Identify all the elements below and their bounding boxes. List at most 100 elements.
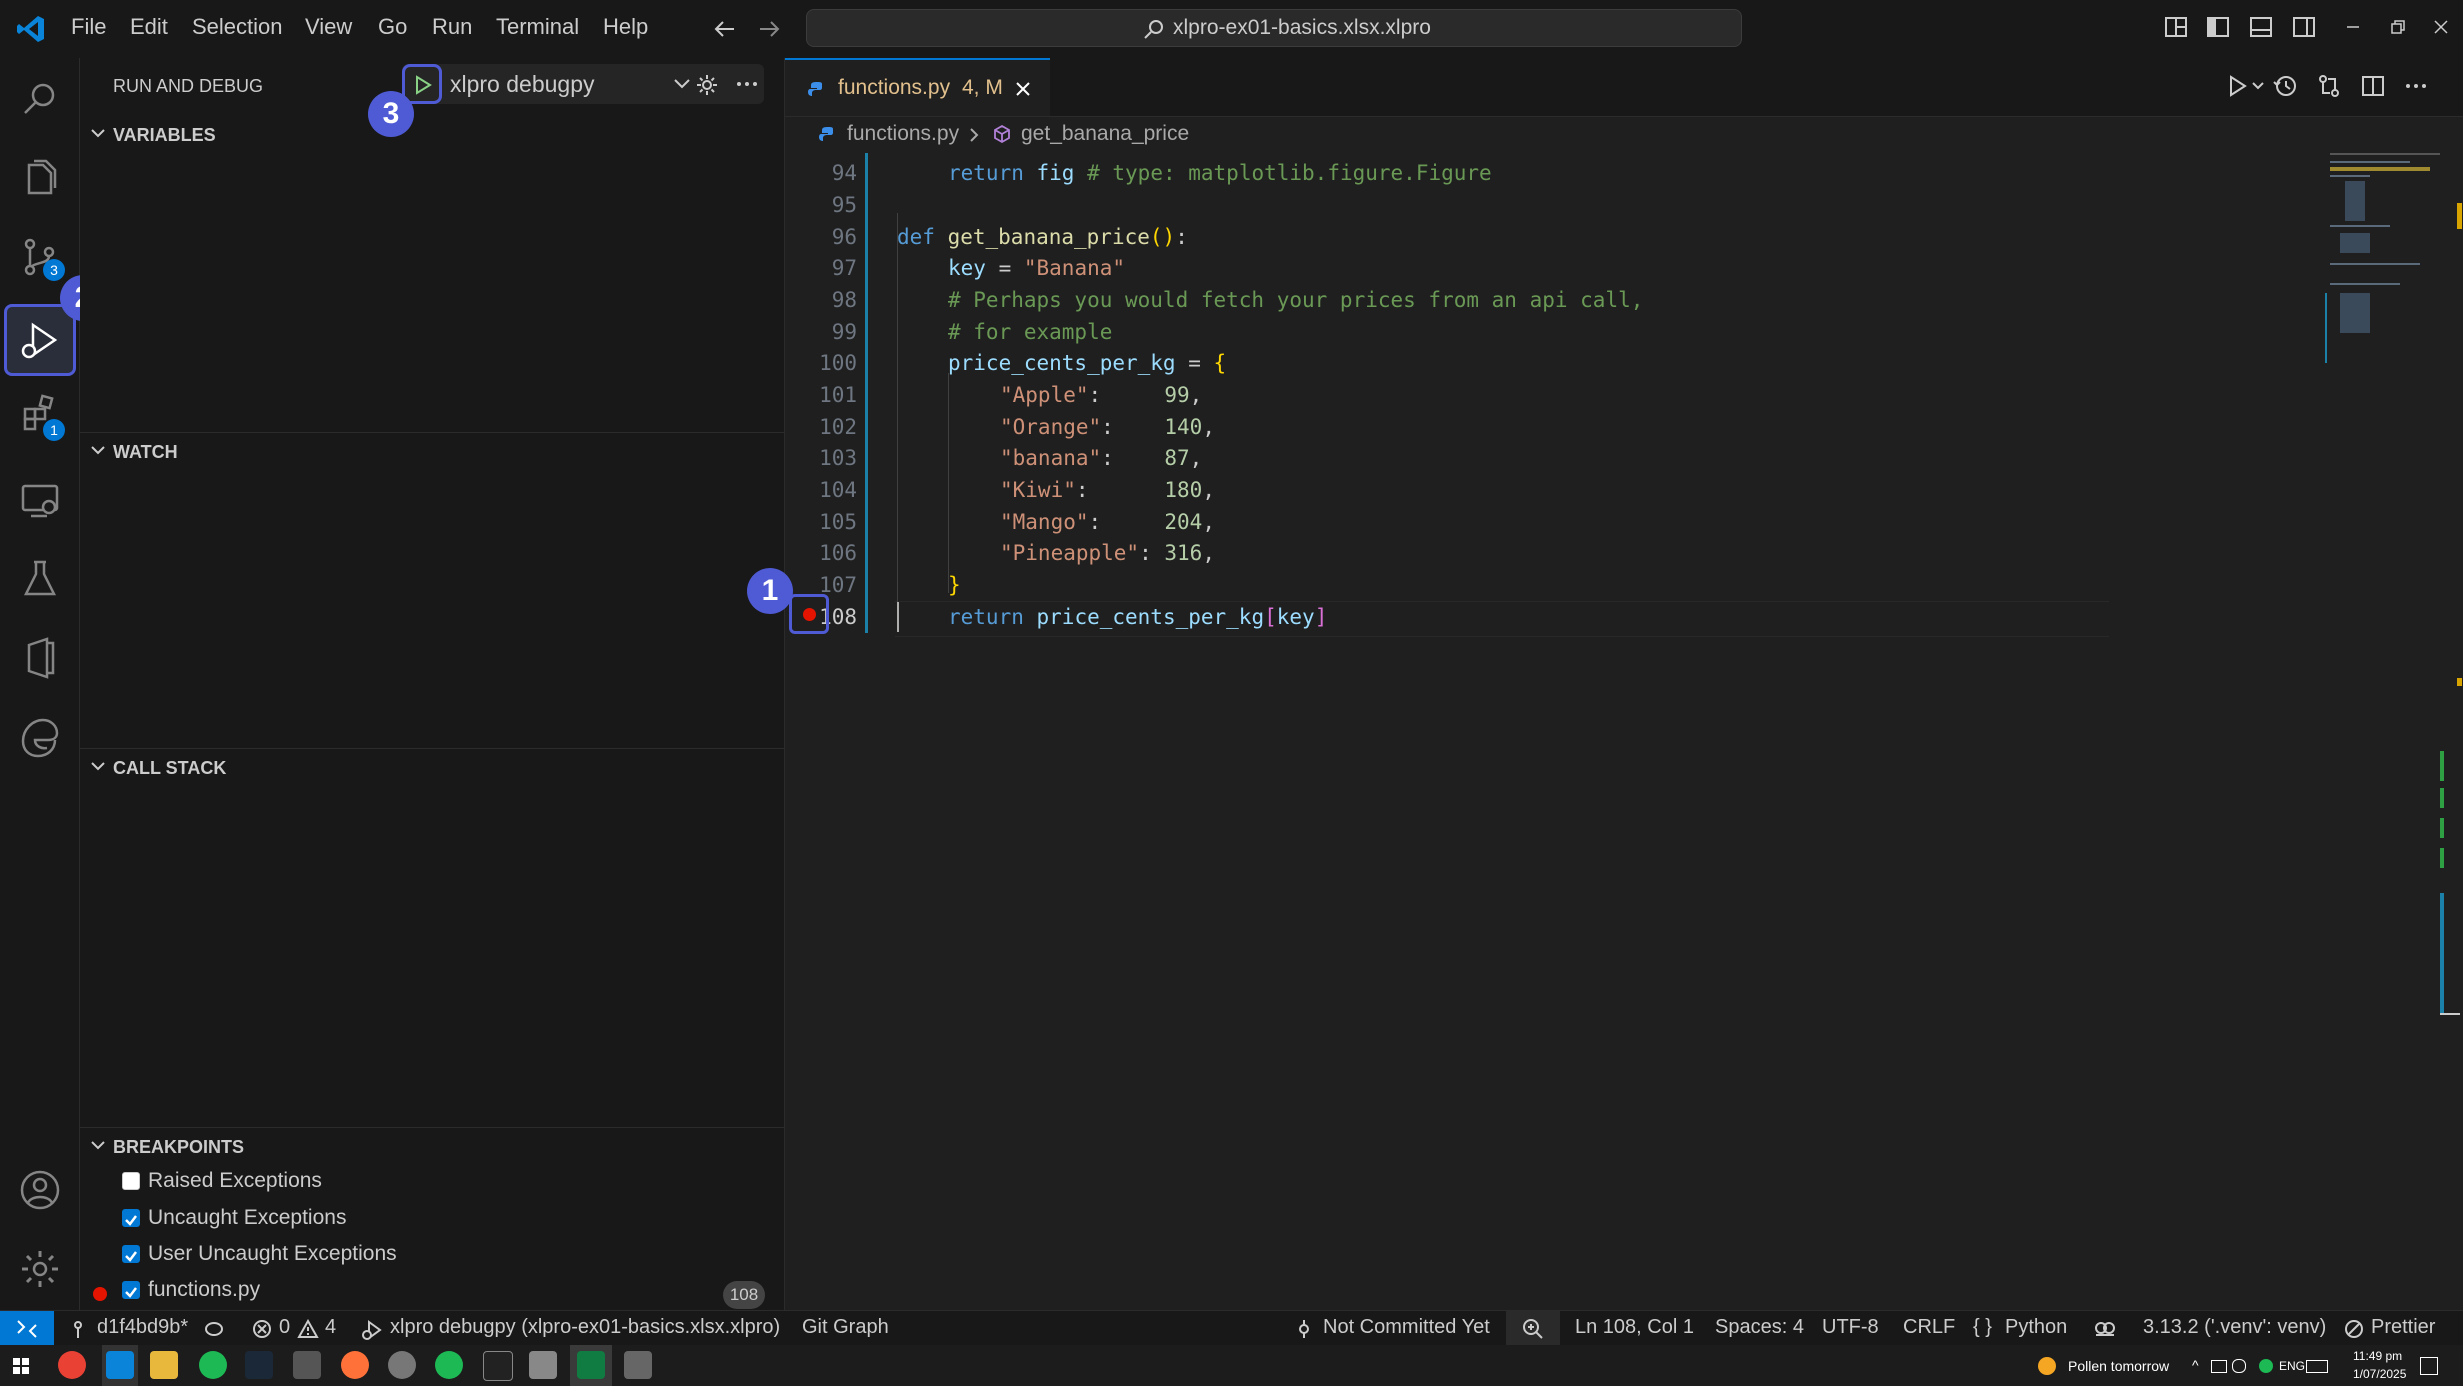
menu-terminal[interactable]: Terminal bbox=[496, 14, 579, 40]
chevron-up-icon[interactable]: ^ bbox=[2192, 1357, 2199, 1373]
close-window-icon[interactable] bbox=[2432, 18, 2450, 36]
zoom-button[interactable] bbox=[1506, 1311, 1560, 1346]
git-branch[interactable]: d1f4bd9b* bbox=[97, 1316, 188, 1339]
toggle-panel-icon[interactable] bbox=[2248, 14, 2274, 40]
tab-functions-py[interactable]: functions.py 4, M bbox=[785, 58, 1050, 116]
breakpoints-section-header[interactable]: BREAKPOINTS bbox=[80, 1129, 784, 1165]
sync-icon[interactable] bbox=[202, 1319, 226, 1339]
spotify-icon[interactable] bbox=[199, 1351, 227, 1379]
weather-text[interactable]: Pollen tomorrow bbox=[2068, 1358, 2169, 1374]
clock-time[interactable]: 11:49 pm bbox=[2353, 1349, 2402, 1363]
call-stack-section-header[interactable]: CALL STACK bbox=[80, 750, 784, 786]
code-editor[interactable]: 94 95 96 97 98 99 100 101 102 103 104 10… bbox=[785, 153, 2463, 1310]
menu-run[interactable]: Run bbox=[432, 14, 472, 40]
breakpoint-raised-exceptions[interactable]: Raised Exceptions bbox=[122, 1168, 682, 1202]
menu-edit[interactable]: Edit bbox=[130, 14, 168, 40]
toggle-primary-sidebar-icon[interactable] bbox=[2205, 14, 2231, 40]
breakpoint-user-uncaught-exceptions[interactable]: User Uncaught Exceptions bbox=[122, 1241, 682, 1275]
language-mode[interactable]: Python bbox=[2005, 1316, 2067, 1339]
menu-help[interactable]: Help bbox=[603, 14, 648, 40]
breadcrumb-symbol[interactable]: get_banana_price bbox=[1021, 122, 1189, 146]
warning-count[interactable]: 4 bbox=[325, 1316, 336, 1339]
spotify-icon[interactable] bbox=[435, 1351, 463, 1379]
restore-icon[interactable] bbox=[2389, 18, 2407, 36]
more-actions-icon[interactable] bbox=[2403, 78, 2429, 94]
toggle-secondary-sidebar-icon[interactable] bbox=[2291, 14, 2317, 40]
git-graph[interactable]: Git Graph bbox=[802, 1316, 889, 1339]
network-icon[interactable] bbox=[2211, 1360, 2227, 1373]
chevron-down-icon bbox=[91, 762, 105, 771]
app-icon[interactable] bbox=[388, 1351, 416, 1379]
line-endings[interactable]: CRLF bbox=[1903, 1316, 1955, 1339]
app-icon[interactable] bbox=[293, 1351, 321, 1379]
vscode-taskbar-active[interactable] bbox=[102, 1345, 138, 1386]
checkbox[interactable] bbox=[122, 1281, 140, 1299]
close-icon[interactable] bbox=[1014, 80, 1032, 98]
checkbox[interactable] bbox=[122, 1172, 140, 1190]
breakpoint-dot-icon[interactable] bbox=[803, 608, 816, 621]
more-actions-icon[interactable] bbox=[734, 76, 760, 92]
run-python-file-icon[interactable] bbox=[2225, 74, 2249, 98]
cursor-position[interactable]: Ln 108, Col 1 bbox=[1575, 1316, 1694, 1339]
back-arrow-icon[interactable] bbox=[712, 16, 738, 42]
keyboard-icon[interactable] bbox=[2306, 1360, 2328, 1373]
explorer-icon[interactable] bbox=[17, 155, 63, 201]
menu-view[interactable]: View bbox=[305, 14, 352, 40]
app-icon[interactable] bbox=[483, 1351, 513, 1381]
remote-explorer-icon[interactable] bbox=[17, 477, 63, 523]
chrome-icon[interactable] bbox=[58, 1351, 86, 1379]
forward-arrow-icon[interactable] bbox=[756, 16, 782, 42]
prettier-status[interactable]: Prettier bbox=[2371, 1316, 2435, 1339]
firefox-icon[interactable] bbox=[341, 1351, 369, 1379]
timeline-history-icon[interactable] bbox=[2272, 73, 2298, 99]
windows-start-icon[interactable] bbox=[13, 1358, 29, 1374]
clock-date[interactable]: 1/07/2025 bbox=[2353, 1367, 2406, 1381]
minimize-icon[interactable] bbox=[2344, 18, 2362, 36]
warning-icon[interactable] bbox=[297, 1319, 319, 1339]
edge-devtools-icon[interactable] bbox=[17, 714, 63, 760]
copilot-icon[interactable] bbox=[2093, 1318, 2117, 1340]
gear-icon[interactable] bbox=[17, 1246, 63, 1292]
menu-go[interactable]: Go bbox=[378, 14, 407, 40]
file-explorer-icon[interactable] bbox=[150, 1351, 178, 1379]
error-count[interactable]: 0 bbox=[279, 1316, 290, 1339]
run-debug-highlight[interactable] bbox=[4, 304, 76, 376]
remote-indicator[interactable] bbox=[0, 1311, 54, 1346]
checkbox[interactable] bbox=[122, 1209, 140, 1227]
language-indicator[interactable]: ENG bbox=[2279, 1359, 2305, 1373]
compare-changes-icon[interactable] bbox=[2316, 73, 2342, 99]
error-icon[interactable] bbox=[252, 1319, 272, 1339]
spotify-tray-icon[interactable] bbox=[2259, 1359, 2273, 1373]
chevron-down-icon[interactable] bbox=[672, 76, 692, 92]
python-interpreter[interactable]: 3.13.2 ('.venv': venv) bbox=[2143, 1316, 2326, 1339]
excel-taskbar-active[interactable] bbox=[570, 1345, 612, 1386]
git-blame[interactable]: Not Committed Yet bbox=[1323, 1316, 1490, 1339]
split-editor-icon[interactable] bbox=[2360, 73, 2386, 99]
breadcrumb-file[interactable]: functions.py bbox=[847, 122, 959, 146]
account-icon[interactable] bbox=[17, 1167, 63, 1213]
testing-flask-icon[interactable] bbox=[17, 556, 63, 602]
debug-session[interactable]: xlpro debugpy (xlpro-ex01-basics.xlsx.xl… bbox=[390, 1316, 780, 1339]
watch-section-header[interactable]: WATCH bbox=[80, 434, 784, 470]
menu-selection[interactable]: Selection bbox=[192, 14, 283, 40]
office-addin-icon[interactable] bbox=[17, 635, 63, 681]
command-center[interactable]: xlpro-ex01-basics.xlsx.xlpro bbox=[806, 9, 1742, 47]
breakpoint-highlight[interactable] bbox=[789, 594, 829, 634]
breakpoint-functions-py[interactable]: functions.py bbox=[122, 1277, 682, 1311]
menu-file[interactable]: File bbox=[71, 14, 106, 40]
notifications-icon[interactable] bbox=[2420, 1357, 2438, 1375]
customize-layout-icon[interactable] bbox=[2163, 14, 2189, 40]
app-icon[interactable] bbox=[624, 1351, 652, 1379]
breakpoint-uncaught-exceptions[interactable]: Uncaught Exceptions bbox=[122, 1205, 682, 1239]
indentation[interactable]: Spaces: 4 bbox=[1715, 1316, 1804, 1339]
variables-section-header[interactable]: VARIABLES bbox=[80, 117, 784, 153]
encoding[interactable]: UTF-8 bbox=[1822, 1316, 1879, 1339]
volume-icon[interactable] bbox=[2232, 1359, 2246, 1373]
search-icon[interactable] bbox=[17, 76, 63, 122]
app-icon[interactable] bbox=[529, 1351, 557, 1379]
steam-icon[interactable] bbox=[245, 1351, 273, 1379]
minimap[interactable] bbox=[2325, 153, 2445, 363]
chevron-down-icon[interactable] bbox=[2251, 80, 2265, 92]
settings-gear-icon[interactable] bbox=[694, 72, 720, 98]
checkbox[interactable] bbox=[122, 1245, 140, 1263]
